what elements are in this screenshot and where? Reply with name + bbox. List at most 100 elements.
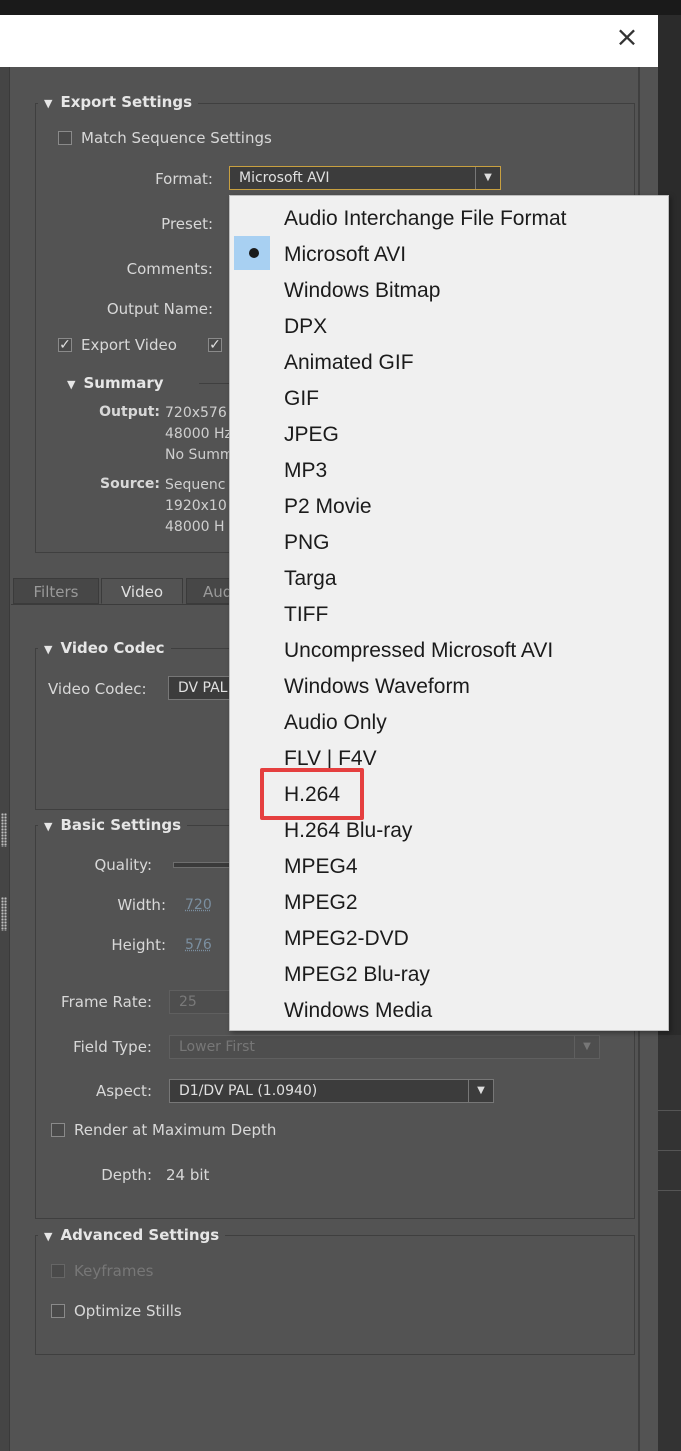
collapse-triangle-icon[interactable]: ▼ <box>44 820 52 833</box>
render-max-depth-checkbox[interactable] <box>51 1123 65 1137</box>
field-type-value: Lower First <box>179 1039 255 1055</box>
collapse-triangle-icon[interactable]: ▼ <box>44 643 52 656</box>
format-menu-item[interactable]: Targa <box>230 561 668 597</box>
format-menu-item[interactable]: Uncompressed Microsoft AVI <box>230 633 668 669</box>
video-codec-label: Video Codec: <box>48 680 147 698</box>
chevron-down-icon[interactable]: ▼ <box>475 167 500 189</box>
resize-grip-icon[interactable] <box>1 813 7 847</box>
format-menu-item[interactable]: PNG <box>230 525 668 561</box>
format-menu-item[interactable]: Microsoft AVI <box>230 237 668 273</box>
field-type-dropdown[interactable]: Lower First ▼ <box>169 1035 600 1059</box>
advanced-settings-title: Advanced Settings <box>60 1226 220 1244</box>
basic-settings-header[interactable]: ▼ Basic Settings <box>38 816 188 834</box>
quality-slider[interactable] <box>173 862 235 868</box>
tab-video[interactable]: Video <box>101 578 183 604</box>
format-menu-item[interactable]: MP3 <box>230 453 668 489</box>
summary-header[interactable]: ▼ Summary <box>61 374 170 392</box>
export-settings-title: Export Settings <box>60 93 193 111</box>
timeline-line <box>658 1110 681 1111</box>
resize-grip-icon[interactable] <box>1 897 7 931</box>
format-menu-item[interactable]: TIFF <box>230 597 668 633</box>
dialog-title-bar <box>0 15 658 67</box>
height-label: Height: <box>111 936 166 954</box>
export-video-label: Export Video <box>81 336 177 354</box>
summary-title: Summary <box>83 374 164 392</box>
output-line: 720x576 <box>165 405 227 421</box>
format-menu-item[interactable]: P2 Movie <box>230 489 668 525</box>
basic-settings-title: Basic Settings <box>60 816 182 834</box>
format-menu-item[interactable]: Windows Waveform <box>230 669 668 705</box>
output-label: Output: <box>99 404 160 420</box>
frame-rate-label: Frame Rate: <box>61 993 152 1011</box>
format-menu-item[interactable]: MPEG2 Blu-ray <box>230 957 668 993</box>
video-codec-title: Video Codec <box>60 639 165 657</box>
left-resize-strip[interactable] <box>0 67 10 1451</box>
advanced-settings-header[interactable]: ▼ Advanced Settings <box>38 1226 226 1244</box>
match-sequence-label: Match Sequence Settings <box>81 129 272 147</box>
checkmark-icon: ✓ <box>59 337 71 353</box>
keyframes-checkbox[interactable] <box>51 1264 65 1278</box>
format-menu-item[interactable]: Audio Only <box>230 705 668 741</box>
frame-rate-dropdown[interactable]: 25 <box>169 990 231 1014</box>
format-label: Format: <box>155 170 213 188</box>
timeline-line <box>658 1190 681 1191</box>
optimize-stills-label: Optimize Stills <box>74 1302 182 1320</box>
format-menu-item[interactable]: Audio Interchange File Format <box>230 201 668 237</box>
timeline-line <box>658 1150 681 1151</box>
export-audio-checkbox[interactable]: ✓ <box>208 338 222 352</box>
aspect-value: D1/DV PAL (1.0940) <box>179 1083 318 1099</box>
chevron-down-icon[interactable]: ▼ <box>574 1036 599 1058</box>
aspect-label: Aspect: <box>95 1082 152 1100</box>
collapse-triangle-icon[interactable]: ▼ <box>44 1230 52 1243</box>
format-value: Microsoft AVI <box>239 170 330 186</box>
source-line: 48000 H <box>165 519 225 535</box>
field-type-label: Field Type: <box>73 1038 152 1056</box>
format-menu-item[interactable]: MPEG2-DVD <box>230 921 668 957</box>
video-codec-header[interactable]: ▼ Video Codec <box>38 639 171 657</box>
video-codec-value: DV PAL <box>178 680 228 696</box>
format-menu-item[interactable]: GIF <box>230 381 668 417</box>
width-value[interactable]: 720 <box>185 897 212 913</box>
export-settings-header[interactable]: ▼ Export Settings <box>38 93 199 111</box>
depth-value: 24 bit <box>166 1166 210 1184</box>
comments-label: Comments: <box>126 260 213 278</box>
format-dropdown[interactable]: Microsoft AVI ▼ <box>229 166 501 190</box>
source-line: 1920x10 <box>165 498 227 514</box>
frame-rate-value: 25 <box>179 994 197 1010</box>
match-sequence-checkbox[interactable] <box>58 131 72 145</box>
depth-label: Depth: <box>101 1166 152 1184</box>
export-video-checkbox[interactable]: ✓ <box>58 338 72 352</box>
chevron-down-icon[interactable]: ▼ <box>468 1080 493 1102</box>
source-label: Source: <box>100 476 160 492</box>
collapse-triangle-icon[interactable]: ▼ <box>44 97 52 110</box>
output-line: No Summ <box>165 447 234 463</box>
format-menu-item[interactable]: Windows Bitmap <box>230 273 668 309</box>
format-menu-item[interactable]: JPEG <box>230 417 668 453</box>
format-menu-item[interactable]: MPEG2 <box>230 885 668 921</box>
preset-label: Preset: <box>161 215 213 233</box>
format-menu-item[interactable]: Windows Media <box>230 993 668 1029</box>
output-line: 48000 Hz <box>165 426 232 442</box>
tab-filters[interactable]: Filters <box>13 578 99 604</box>
background-timeline-strip <box>658 1035 681 1451</box>
output-name-label: Output Name: <box>106 300 213 318</box>
quality-label: Quality: <box>94 856 152 874</box>
format-dropdown-menu: Audio Interchange File Format Microsoft A… <box>229 195 669 1031</box>
optimize-stills-checkbox[interactable] <box>51 1304 65 1318</box>
format-menu-item[interactable]: DPX <box>230 309 668 345</box>
format-menu-item[interactable]: MPEG4 <box>230 849 668 885</box>
source-line: Sequenc <box>165 477 226 493</box>
format-menu-item[interactable]: Animated GIF <box>230 345 668 381</box>
highlight-box <box>260 768 364 820</box>
render-max-depth-label: Render at Maximum Depth <box>74 1121 277 1139</box>
summary-rule <box>199 383 229 384</box>
height-value[interactable]: 576 <box>185 937 212 953</box>
aspect-dropdown[interactable]: D1/DV PAL (1.0940) ▼ <box>169 1079 494 1103</box>
window-top-strip <box>0 0 681 15</box>
collapse-triangle-icon[interactable]: ▼ <box>67 378 75 391</box>
advanced-settings-section <box>35 1235 635 1355</box>
close-icon[interactable]: × <box>612 22 642 52</box>
width-label: Width: <box>117 896 166 914</box>
keyframes-label: Keyframes <box>74 1262 154 1280</box>
checkmark-icon: ✓ <box>209 337 221 353</box>
